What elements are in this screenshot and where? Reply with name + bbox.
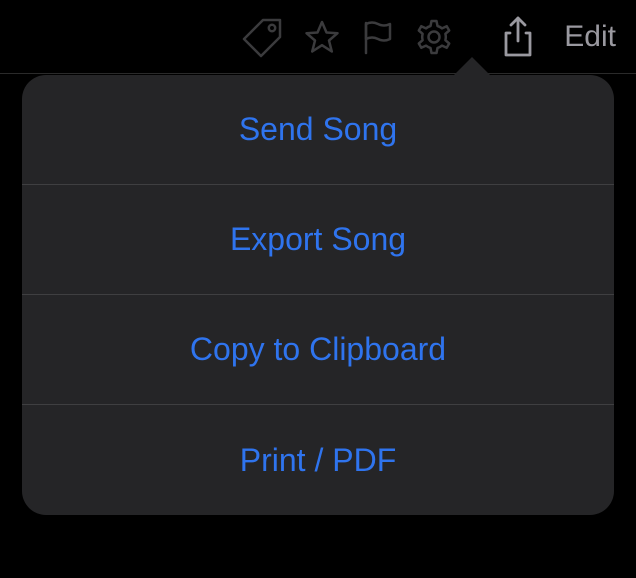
menu-item-copy-clipboard[interactable]: Copy to Clipboard [22, 295, 614, 405]
star-button[interactable] [294, 9, 350, 65]
share-icon [501, 15, 535, 59]
menu-item-print-pdf[interactable]: Print / PDF [22, 405, 614, 515]
star-icon [304, 19, 340, 55]
share-menu: Send Song Export Song Copy to Clipboard … [22, 75, 614, 515]
gear-icon [415, 18, 453, 56]
menu-item-export-song[interactable]: Export Song [22, 185, 614, 295]
flag-button[interactable] [350, 9, 406, 65]
tag-button[interactable] [232, 9, 294, 65]
menu-item-send-song[interactable]: Send Song [22, 75, 614, 185]
edit-button[interactable]: Edit [564, 20, 620, 54]
popover-arrow [452, 57, 492, 77]
share-popover: Send Song Export Song Copy to Clipboard … [22, 75, 614, 515]
tag-icon [241, 15, 285, 59]
flag-icon [361, 19, 395, 55]
share-button[interactable] [490, 9, 546, 65]
toolbar: Edit [0, 0, 636, 74]
